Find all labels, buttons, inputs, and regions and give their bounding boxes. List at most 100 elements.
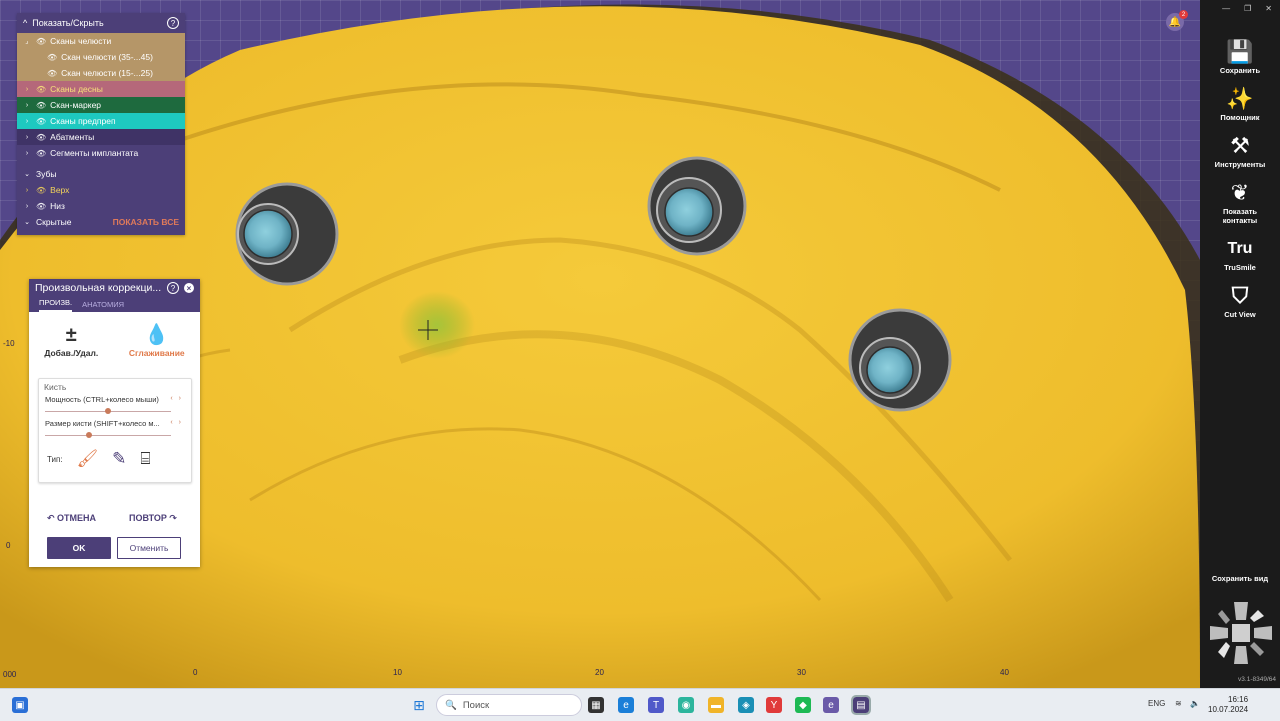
app-green-icon[interactable]: ◆	[795, 697, 811, 713]
eye-icon[interactable]: 👁	[36, 117, 46, 126]
chevron-down-icon[interactable]: ⌄	[22, 218, 32, 226]
correction-title: Произвольная коррекци...	[35, 282, 162, 294]
help-icon[interactable]: ?	[167, 282, 179, 294]
size-slider-knob[interactable]	[86, 432, 93, 438]
tools-button[interactable]: ⚒ Инструменты	[1200, 132, 1280, 169]
tab-freeform[interactable]: ПРОИЗВ.	[39, 297, 73, 312]
tree-section-teeth[interactable]: ⌄ Зубы	[17, 166, 185, 182]
tree-header[interactable]: ^ Показать/Скрыть ?	[17, 13, 185, 33]
ruler-y-minus10: -10	[3, 339, 15, 348]
chevron-right-icon[interactable]: ›	[22, 150, 32, 157]
contacts-icon: ❦	[1230, 180, 1250, 205]
chevron-right-icon[interactable]: ›	[22, 102, 32, 109]
close-icon[interactable]: ✕	[1265, 4, 1272, 18]
tab-anatomy[interactable]: АНАТОМИЯ	[82, 297, 124, 312]
smooth-tool[interactable]: 💧 Сглаживание	[129, 322, 185, 377]
tree-item-gum-scans[interactable]: › 👁 Сканы десны	[17, 81, 185, 97]
smoothing-area	[399, 291, 475, 359]
eye-icon[interactable]: 👁	[36, 37, 46, 46]
close-icon[interactable]: ×	[184, 283, 194, 293]
ok-button[interactable]: OK	[47, 537, 111, 559]
cut-view-button[interactable]: ⛉ Cut View	[1200, 282, 1280, 319]
power-slider-knob[interactable]	[105, 408, 111, 414]
task-view-icon[interactable]: ▦	[588, 697, 604, 713]
minimize-icon[interactable]: —	[1222, 4, 1230, 18]
correction-tabs: ПРОИЗВ. АНАТОМИЯ	[29, 297, 200, 312]
wand-icon: ✨	[1226, 86, 1254, 111]
eye-icon[interactable]: 👁	[36, 133, 46, 142]
add-remove-tool[interactable]: ± Добав./Удал.	[44, 322, 98, 377]
tree-section-hidden[interactable]: ⌄ Скрытые ПОКАЗАТЬ ВСЕ	[17, 214, 185, 230]
exocad-icon[interactable]: e	[823, 697, 839, 713]
eye-icon[interactable]: 👁	[36, 186, 46, 195]
ruler-x-20: 20	[595, 668, 604, 677]
eye-icon[interactable]: 👁	[36, 85, 46, 94]
size-slider[interactable]: Размер кисти (SHIFT+колесо м... ‹›	[39, 419, 191, 443]
chevron-right-icon[interactable]: ›	[22, 134, 32, 141]
chevron-down-icon[interactable]: ⌄	[22, 170, 32, 178]
help-icon[interactable]: ?	[167, 17, 179, 29]
eye-icon[interactable]: 👁	[36, 149, 46, 158]
view-cube-icon[interactable]	[1208, 600, 1274, 666]
right-sidebar: — ❐ ✕ 💾 Сохранить ✨ Помощник ⚒ Инструмен…	[1200, 0, 1280, 688]
tree-item-lower[interactable]: › 👁 Низ	[17, 198, 185, 214]
brush-type-row: Тип: 🖌 ✎ ⌸	[47, 449, 151, 469]
tree-item-preprep-scans[interactable]: › 👁 Сканы предпреп	[17, 113, 185, 129]
undo-button[interactable]: ↶ ОТМЕНА	[47, 513, 96, 524]
cutview-icon: ⛉	[1231, 283, 1249, 308]
chevron-right-icon[interactable]: ›	[22, 86, 32, 93]
ruler-x-40: 40	[1000, 668, 1009, 677]
edge-icon[interactable]: e	[618, 697, 634, 713]
trusmile-button[interactable]: Tru TruSmile	[1200, 235, 1280, 272]
volume-icon[interactable]: 🔈	[1190, 699, 1200, 708]
brush-icon[interactable]: ✎	[112, 449, 126, 469]
restore-icon[interactable]: ❐	[1244, 4, 1251, 18]
eye-icon[interactable]: 👁	[47, 69, 57, 78]
tree-item-abutments[interactable]: › 👁 Абатменты	[17, 129, 185, 145]
teams-icon[interactable]: T	[648, 697, 664, 713]
save-button[interactable]: 💾 Сохранить	[1200, 38, 1280, 75]
power-slider[interactable]: Мощность (CTRL+колесо мыши) ‹›	[39, 395, 191, 419]
size-track[interactable]	[45, 435, 171, 436]
tree-item-jaw-scans[interactable]: ⌟ 👁 Сканы челюсти	[17, 33, 185, 49]
notification-bell-icon[interactable]: 🔔 2	[1166, 10, 1188, 31]
file-explorer-icon[interactable]: ▬	[708, 697, 724, 713]
app-icon[interactable]: ◉	[678, 697, 694, 713]
chevron-right-icon[interactable]: ›	[22, 203, 32, 210]
dentalcad-icon[interactable]: ▤	[851, 695, 871, 715]
ruler-corner: 000	[3, 670, 17, 679]
cylinder-icon[interactable]: ⌸	[140, 449, 150, 469]
save-icon: 💾	[1226, 39, 1254, 64]
chevron-right-icon[interactable]: ›	[22, 187, 32, 194]
tree-item-upper[interactable]: › 👁 Верх	[17, 182, 185, 198]
eye-icon[interactable]: 👁	[36, 101, 46, 110]
language-indicator[interactable]: ENG	[1148, 699, 1165, 708]
widgets-icon[interactable]: ▣	[12, 697, 28, 713]
chevron-right-icon[interactable]: ›	[22, 118, 32, 125]
ruler-x-10: 10	[393, 668, 402, 677]
redo-button[interactable]: ПОВТОР ↷	[129, 513, 177, 524]
tree-item-jaw-scan-lower[interactable]: 👁 Скан челюсти (35-...45)	[17, 49, 185, 65]
chevron-down-icon[interactable]: ⌟	[22, 37, 32, 45]
eye-icon[interactable]: 👁	[47, 53, 57, 62]
show-all-button[interactable]: ПОКАЗАТЬ ВСЕ	[113, 217, 179, 227]
arrow-icons[interactable]: ‹›	[170, 419, 187, 426]
show-contacts-button[interactable]: ❦ Показать контакты	[1200, 179, 1280, 225]
tree-item-jaw-scan-upper[interactable]: 👁 Скан челюсти (15-...25)	[17, 65, 185, 81]
clock[interactable]: 16:16 10.07.2024	[1208, 695, 1248, 715]
assistant-button[interactable]: ✨ Помощник	[1200, 85, 1280, 122]
tree-item-implant-segments[interactable]: › 👁 Сегменты имплантата	[17, 145, 185, 161]
yandex-icon[interactable]: Y	[766, 697, 782, 713]
arrow-icons[interactable]: ‹›	[170, 395, 187, 402]
store-icon[interactable]: ◈	[738, 697, 754, 713]
save-view-label[interactable]: Сохранить вид	[1200, 574, 1280, 583]
windows-start-icon[interactable]: ⊞	[411, 697, 427, 713]
cancel-button[interactable]: Отменить	[117, 537, 181, 559]
wifi-icon[interactable]: ≋	[1175, 699, 1182, 708]
paint-roller-icon[interactable]: 🖌	[77, 449, 99, 469]
taskbar-search[interactable]: 🔍 Поиск	[436, 694, 582, 716]
eye-off-icon[interactable]: 👁	[36, 202, 46, 211]
tools-icon: ⚒	[1230, 133, 1250, 158]
correction-title-bar[interactable]: Произвольная коррекци... ? ×	[29, 279, 200, 297]
tree-item-scan-marker[interactable]: › 👁 Скан-маркер	[17, 97, 185, 113]
